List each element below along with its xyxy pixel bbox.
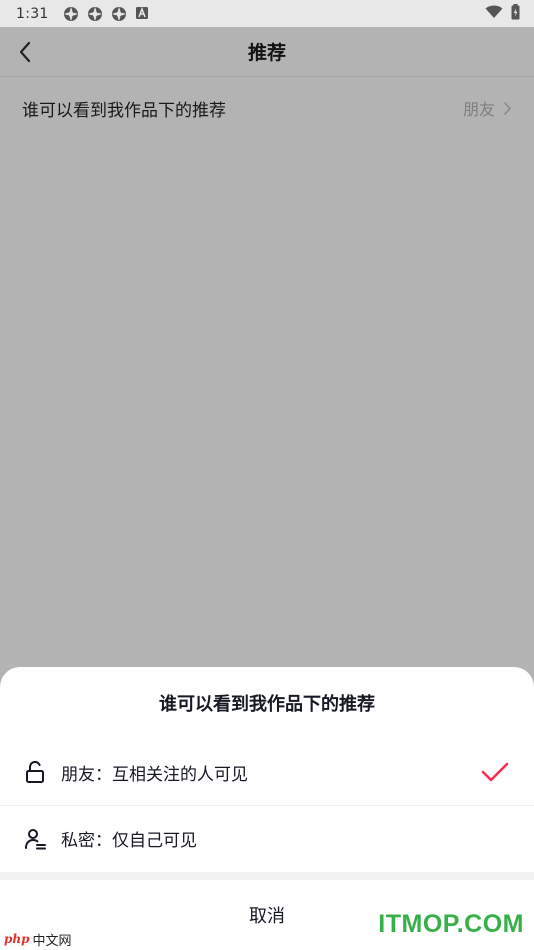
sheet-divider xyxy=(0,872,534,880)
battery-icon xyxy=(511,3,520,24)
wifi-icon xyxy=(485,5,503,23)
option-label: 私密：仅自己可见 xyxy=(61,831,197,851)
status-right-icons xyxy=(485,3,520,24)
pinwheel-icon xyxy=(63,6,79,22)
page-title: 推荐 xyxy=(247,42,286,64)
setting-row-recommend-visibility[interactable]: 谁可以看到我作品下的推荐 朋友 xyxy=(0,77,534,139)
pinwheel-icon xyxy=(111,6,127,22)
chevron-left-icon xyxy=(19,41,31,63)
setting-label: 谁可以看到我作品下的推荐 xyxy=(22,100,226,121)
chevron-right-icon xyxy=(504,101,511,115)
status-bar: 1:31 xyxy=(0,0,534,27)
status-time: 1:31 xyxy=(16,5,49,22)
back-button[interactable] xyxy=(12,39,38,65)
watermark-itmop: ITMOP.COM xyxy=(378,910,524,938)
app-a-icon xyxy=(135,6,151,22)
setting-value-group: 朋友 xyxy=(463,96,512,120)
option-label: 朋友：互相关注的人可见 xyxy=(61,764,248,785)
pinwheel-icon xyxy=(87,6,103,22)
nav-header: 推荐 xyxy=(0,27,534,77)
sheet-title: 谁可以看到我作品下的推荐 xyxy=(159,694,375,715)
watermark-php: php 中文网 xyxy=(4,930,72,949)
notification-icons xyxy=(63,6,151,22)
option-friends[interactable]: 朋友：互相关注的人可见 xyxy=(0,739,534,805)
private-user-icon xyxy=(24,828,46,850)
option-private[interactable]: 私密：仅自己可见 xyxy=(0,805,534,871)
setting-value: 朋友 xyxy=(462,100,495,119)
php-logo: php xyxy=(4,932,30,946)
check-icon xyxy=(480,760,510,784)
bottom-sheet: 谁可以看到我作品下的推荐 朋友：互相关注的人可见 私密：仅自己可见 取消 xyxy=(0,667,534,950)
unlock-icon xyxy=(24,761,46,783)
watermark-left-text: 中文网 xyxy=(32,933,72,949)
